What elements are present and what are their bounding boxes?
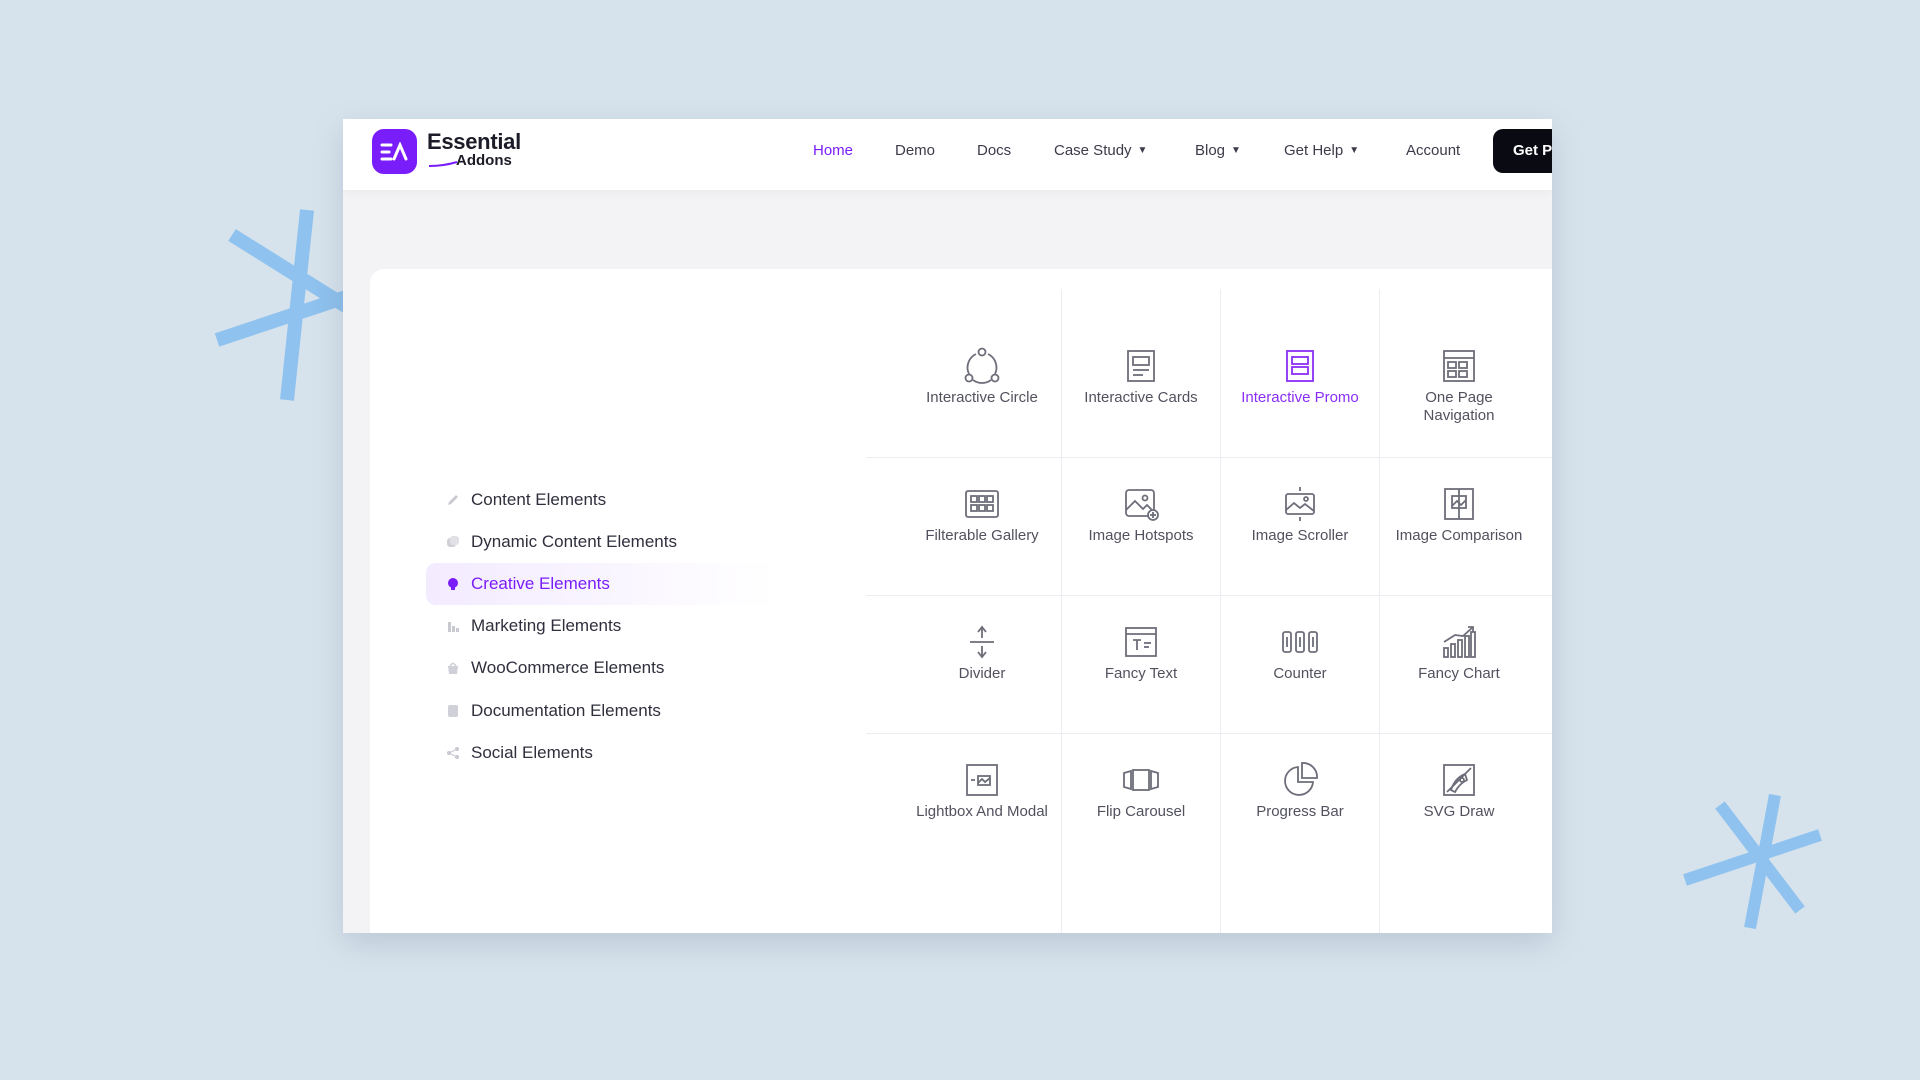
widget-label: Image Hotspots [1088, 527, 1194, 544]
filterable-gallery-icon [962, 484, 1002, 524]
nav-get-help[interactable]: Get Help ▼ [1284, 142, 1359, 159]
chevron-down-icon: ▼ [1137, 145, 1148, 156]
counter-icon [1280, 622, 1320, 662]
widget-lightbox-and-modal[interactable]: Lightbox And Modal [903, 703, 1061, 841]
widget-interactive-cards[interactable]: Interactive Cards [1062, 289, 1220, 427]
widget-label: Interactive Promo [1241, 389, 1359, 406]
widget-label: Flip Carousel [1096, 803, 1186, 820]
widgets-grid: Interactive Circle Interactive Cards Int… [866, 289, 1552, 933]
widget-one-page-navigation[interactable]: One Page Navigation [1380, 289, 1538, 427]
asterisk-decoration-left-icon [214, 209, 352, 401]
sidebar-item-label: Documentation Elements [471, 701, 661, 720]
share-icon [446, 746, 460, 760]
lightbox-modal-icon [962, 760, 1002, 800]
widget-label: Fancy Text [1104, 665, 1178, 682]
widget-interactive-promo[interactable]: Interactive Promo [1221, 289, 1379, 427]
nav-home-label: Home [813, 142, 854, 159]
nav-docs-label: Docs [977, 142, 1012, 159]
widget-divider[interactable]: Divider [903, 565, 1061, 703]
nav-demo-label: Demo [895, 142, 936, 159]
layers-icon [446, 535, 460, 549]
nav-get-help-label: Get Help [1284, 142, 1344, 159]
sidebar-item-marketing-elements[interactable]: Marketing Elements [426, 605, 816, 647]
sidebar-item-social-elements[interactable]: Social Elements [426, 732, 816, 774]
nav-home[interactable]: Home [813, 142, 853, 159]
widget-fancy-text[interactable]: Fancy Text [1062, 565, 1220, 703]
bulb-icon [446, 577, 460, 591]
nav-blog[interactable]: Blog ▼ [1195, 142, 1241, 159]
sidebar-item-creative-elements[interactable]: Creative Elements [426, 563, 816, 605]
widget-svg-draw[interactable]: SVG Draw [1380, 703, 1538, 841]
widget-label: Image Comparison [1395, 527, 1523, 544]
nav-case-study-label: Case Study [1054, 142, 1132, 159]
get-pro-button[interactable]: Get P [1493, 129, 1552, 173]
sidebar-item-woocommerce-elements[interactable]: WooCommerce Elements [426, 647, 816, 689]
progress-bar-icon [1280, 760, 1320, 800]
widget-label: Interactive Circle [926, 389, 1038, 406]
svg-draw-icon [1439, 760, 1479, 800]
widget-label: Lightbox And Modal [916, 803, 1048, 820]
sidebar-item-documentation-elements[interactable]: Documentation Elements [426, 690, 816, 732]
widget-image-hotspots[interactable]: Image Hotspots [1062, 427, 1220, 565]
pencil-icon [446, 493, 460, 507]
chevron-down-icon: ▼ [1349, 145, 1360, 156]
widget-label: Interactive Cards [1084, 389, 1198, 406]
bar-chart-icon [446, 619, 460, 633]
widget-image-scroller[interactable]: Image Scroller [1221, 427, 1379, 565]
fancy-text-icon [1121, 622, 1161, 662]
sidebar-item-label: Content Elements [471, 490, 607, 509]
sidebar-item-label: WooCommerce Elements [471, 658, 665, 677]
interactive-circle-icon [962, 346, 1002, 386]
nav-account[interactable]: Account [1406, 142, 1460, 159]
image-scroller-icon [1280, 484, 1320, 524]
widget-filterable-gallery[interactable]: Filterable Gallery [903, 427, 1061, 565]
nav-account-label: Account [1406, 142, 1461, 159]
interactive-promo-icon [1280, 346, 1320, 386]
sidebar-item-label: Dynamic Content Elements [471, 532, 677, 551]
document-icon [446, 704, 460, 718]
browser-window: Essential Addons Home Demo Docs Case Stu… [343, 119, 1552, 933]
widget-counter[interactable]: Counter [1221, 565, 1379, 703]
widget-label: Filterable Gallery [925, 527, 1039, 544]
top-navbar: Essential Addons Home Demo Docs Case Stu… [343, 119, 1552, 190]
widget-fancy-chart[interactable]: Fancy Chart [1380, 565, 1538, 703]
widget-label: Counter [1273, 665, 1327, 682]
nav-blog-label: Blog [1195, 142, 1226, 159]
fancy-chart-icon [1439, 622, 1479, 662]
widget-interactive-circle[interactable]: Interactive Circle [903, 289, 1061, 427]
brand-subname: Addons [456, 152, 512, 169]
widget-label: One Page Navigation [1423, 389, 1495, 424]
image-hotspots-icon [1121, 484, 1161, 524]
elements-panel: Content Elements Dynamic Content Element… [370, 269, 1552, 933]
widget-label: SVG Draw [1423, 803, 1495, 820]
widget-progress-bar[interactable]: Progress Bar [1221, 703, 1379, 841]
chevron-down-icon: ▼ [1231, 145, 1241, 156]
divider-icon [962, 622, 1002, 662]
sidebar-item-content-elements[interactable]: Content Elements [426, 479, 816, 521]
one-page-navigation-icon [1439, 346, 1479, 386]
widget-image-comparison[interactable]: Image Comparison [1380, 427, 1538, 565]
widget-label: Image Scroller [1251, 527, 1349, 544]
sidebar-item-label: Creative Elements [471, 574, 610, 593]
image-comparison-icon [1439, 484, 1479, 524]
asterisk-decoration-right-icon [1683, 793, 1822, 930]
nav-docs[interactable]: Docs [977, 142, 1011, 159]
widget-label: Fancy Chart [1418, 665, 1500, 682]
sidebar-item-label: Marketing Elements [471, 616, 622, 635]
logo-icon[interactable] [372, 129, 417, 174]
widget-label: Progress Bar [1256, 803, 1344, 820]
sidebar-item-dynamic-content-elements[interactable]: Dynamic Content Elements [426, 521, 816, 563]
sidebar-item-label: Social Elements [471, 743, 593, 762]
basket-icon [446, 661, 460, 675]
flip-carousel-icon [1121, 760, 1161, 800]
widget-label: Divider [958, 665, 1006, 682]
brand-swoosh-icon [429, 161, 458, 167]
widget-flip-carousel[interactable]: Flip Carousel [1062, 703, 1220, 841]
nav-demo[interactable]: Demo [895, 142, 935, 159]
interactive-cards-icon [1121, 346, 1161, 386]
nav-case-study[interactable]: Case Study ▼ [1054, 142, 1147, 159]
